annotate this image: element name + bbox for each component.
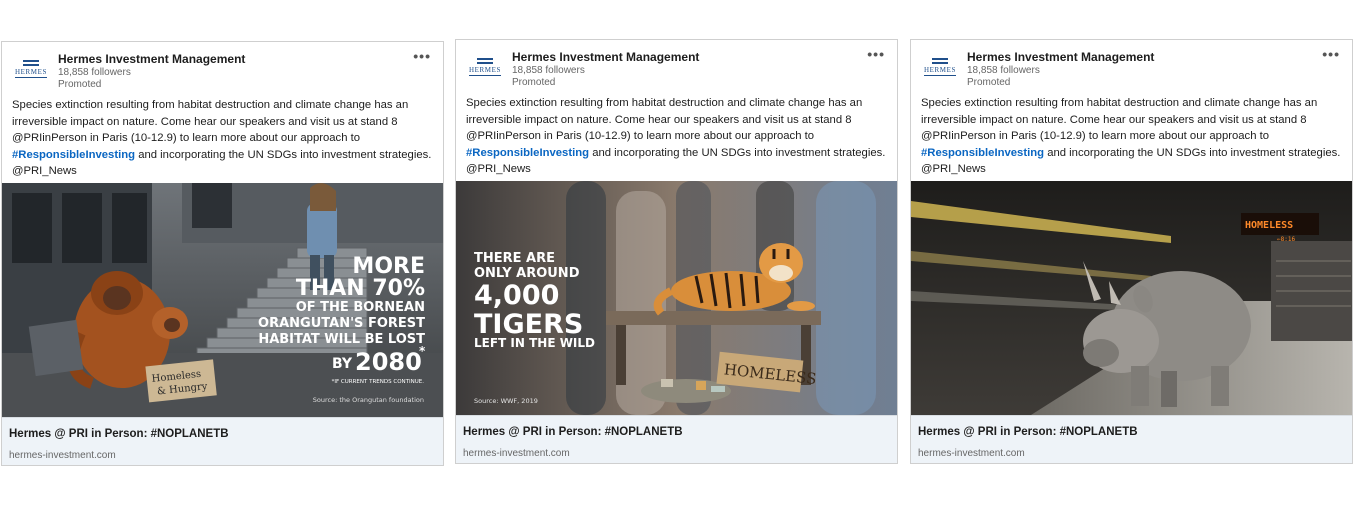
link-title[interactable]: Hermes @ PRI in Person: #NOPLANETB [918,426,1138,438]
post-header: HERMES Hermes Investment Management 18,8… [911,40,1352,92]
post-text: Species extinction resulting from habita… [466,97,886,175]
promoted-label: Promoted [512,77,556,88]
headline-line3: 4,000 [474,280,559,311]
post-text: Species extinction resulting from habita… [12,99,432,177]
headline-line2: THAN 70% [296,276,425,301]
hashtag-link[interactable]: #ResponsibleInvesting [12,149,135,161]
follower-count: 18,858 followers [967,65,1040,76]
logo-wordmark: HERMES [469,65,501,74]
departure-sign-arrow: ⇐8:16 [1277,236,1295,243]
headline-line2: ONLY AROUND [474,266,580,281]
post-image-orangutan[interactable]: Homeless & Hungry MORE THAN 70% OF THE B… [2,183,443,417]
post-header: HERMES Hermes Investment Management 18,8… [456,40,897,92]
post-image-tiger[interactable]: HOMELESS THERE ARE ONLY AROUND 4,000 TIG… [456,181,897,415]
link-preview[interactable]: Hermes @ PRI in Person: #NOPLANETB herme… [456,415,897,463]
link-domain: hermes-investment.com [463,448,570,459]
promoted-label: Promoted [967,77,1011,88]
company-logo[interactable]: HERMES [922,55,958,77]
hashtag-link[interactable]: #ResponsibleInvesting [466,147,589,159]
headline-line3: OF THE BORNEAN [296,300,425,315]
image-source: Source: the Orangutan foundation [313,396,424,404]
image-footnote: *IF CURRENT TRENDS CONTINUE. [332,379,425,385]
hermes-logo-mark-icon [477,57,493,65]
follower-count: 18,858 followers [58,67,131,78]
link-domain: hermes-investment.com [9,450,116,461]
company-name[interactable]: Hermes Investment Management [967,50,1154,64]
link-preview[interactable]: Hermes @ PRI in Person: #NOPLANETB herme… [911,415,1352,463]
more-options-icon[interactable]: ••• [413,48,431,64]
more-options-icon[interactable]: ••• [1322,46,1340,62]
hermes-logo-mark-icon [23,59,39,67]
company-name[interactable]: Hermes Investment Management [512,50,699,64]
post-image-rhino[interactable]: HOMELESS ⇐8:16 [911,181,1352,415]
logo-wordmark: HERMES [15,67,47,76]
image-source: Source: WWF, 2019 [474,397,538,405]
post-text: Species extinction resulting from habita… [921,97,1341,175]
hashtag-link[interactable]: #ResponsibleInvesting [921,147,1044,159]
headline-year: 2080 [355,348,422,376]
company-logo[interactable]: HERMES [467,55,503,77]
link-title[interactable]: Hermes @ PRI in Person: #NOPLANETB [463,426,683,438]
company-name[interactable]: Hermes Investment Management [58,52,245,66]
follower-count: 18,858 followers [512,65,585,76]
post-header: HERMES Hermes Investment Management 18,8… [2,42,443,94]
headline-line5: LEFT IN THE WILD [474,336,595,350]
headline-line4: ORANGUTAN'S FOREST [258,316,425,331]
departure-sign-text: HOMELESS [1245,220,1293,231]
sponsored-post-tiger: HERMES Hermes Investment Management 18,8… [455,39,898,464]
sponsored-post-rhino: HERMES Hermes Investment Management 18,8… [910,39,1353,464]
hermes-logo-mark-icon [932,57,948,65]
link-title[interactable]: Hermes @ PRI in Person: #NOPLANETB [9,428,229,440]
headline-by: BY [332,356,353,372]
headline-asterisk: * [419,344,426,358]
headline-line5: HABITAT WILL BE LOST [258,332,425,347]
link-preview[interactable]: Hermes @ PRI in Person: #NOPLANETB herme… [2,417,443,465]
headline-line1: THERE ARE [474,251,555,266]
sponsored-post-orangutan: HERMES Hermes Investment Management 18,8… [1,41,444,466]
more-options-icon[interactable]: ••• [867,46,885,62]
link-domain: hermes-investment.com [918,448,1025,459]
promoted-label: Promoted [58,79,102,90]
company-logo[interactable]: HERMES [13,57,49,79]
logo-wordmark: HERMES [924,65,956,74]
